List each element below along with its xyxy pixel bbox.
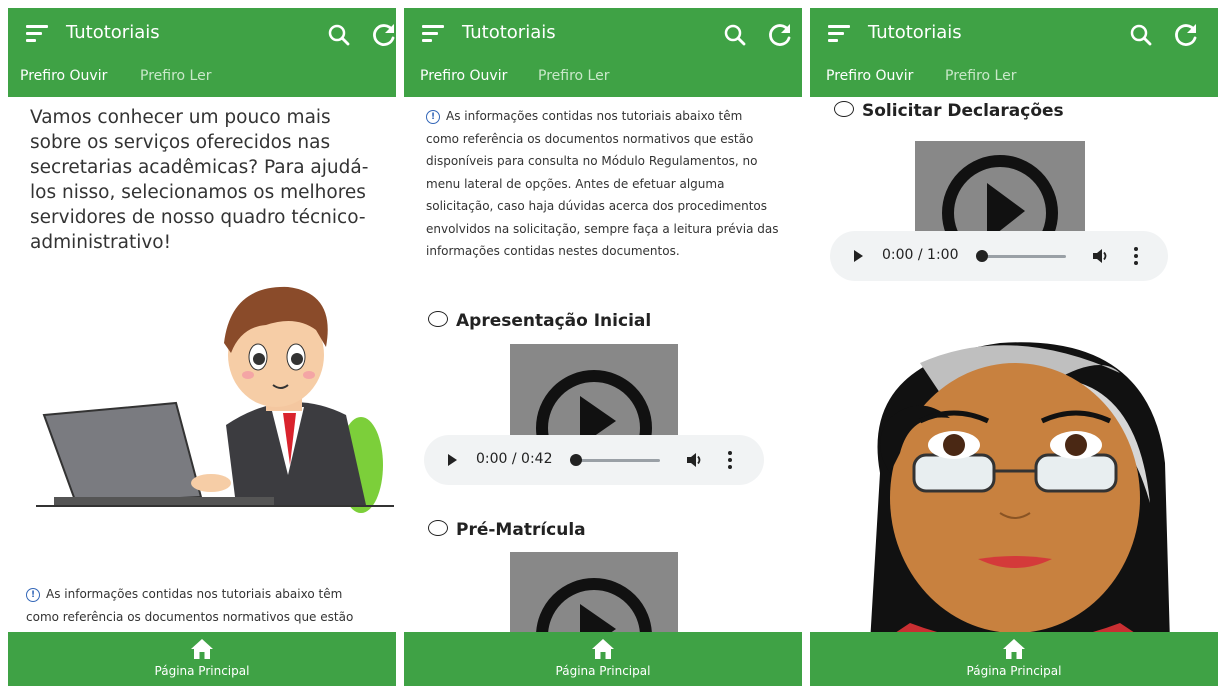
tab-bar: Prefiro Ouvir Prefiro Ler — [810, 60, 1218, 97]
info-line: informações contidas nestes documentos. — [426, 244, 680, 258]
refresh-icon[interactable] — [1172, 21, 1200, 49]
home-nav-label[interactable]: Página Principal — [404, 664, 802, 678]
info-text: ! As informações contidas nos tutoriais a… — [26, 583, 391, 628]
intro-line: los nisso, selecionamos os melhores — [30, 182, 366, 203]
audio-player: 0:00 / 0:42 — [424, 435, 764, 485]
section-pre-matricula: Pré-Matrícula — [428, 520, 586, 540]
app-title: Tutotoriais — [462, 22, 556, 43]
audio-time: 0:00 / 0:42 — [476, 451, 553, 467]
info-line: solicitação, caso haja dúvidas acerca do… — [426, 199, 768, 213]
progress-track[interactable] — [574, 459, 660, 462]
info-icon: ! — [26, 588, 40, 602]
progress-knob[interactable] — [570, 454, 582, 466]
home-nav-label[interactable]: Página Principal — [810, 664, 1218, 678]
info-icon: ! — [426, 110, 440, 124]
audio-player: 0:00 / 1:00 — [830, 231, 1168, 281]
app-bar: Tutotoriais — [810, 8, 1218, 60]
tab-prefiro-ouvir[interactable]: Prefiro Ouvir — [20, 68, 107, 84]
tab-bar: Prefiro Ouvir Prefiro Ler — [8, 60, 396, 97]
play-circle-icon — [536, 578, 652, 632]
section-solicitar-declaracoes: Solicitar Declarações — [834, 101, 1064, 121]
progress-knob[interactable] — [976, 250, 988, 262]
tab-prefiro-ouvir[interactable]: Prefiro Ouvir — [420, 68, 507, 84]
intro-line: sobre os serviços oferecidos nas — [30, 132, 331, 153]
info-line: menu lateral de opções. Antes de efetuar… — [426, 176, 725, 191]
bottom-nav: Página Principal — [404, 632, 802, 686]
home-icon[interactable] — [1002, 638, 1026, 660]
chat-bubble-icon — [834, 101, 854, 117]
info-line: As informações contidas nos tutoriais ab… — [446, 109, 743, 123]
info-line: As informações contidas nos tutoriais ab… — [46, 587, 343, 601]
section-apresentacao-inicial: Apresentação Inicial — [428, 311, 651, 331]
woman-with-glasses-illustration — [870, 342, 1170, 632]
man-with-laptop-illustration — [36, 286, 394, 513]
search-icon[interactable] — [1128, 22, 1154, 48]
chat-bubble-icon — [428, 311, 448, 327]
app-bar: Tutotoriais — [8, 8, 396, 60]
search-icon[interactable] — [326, 22, 352, 48]
video-thumbnail[interactable] — [915, 141, 1085, 241]
info-line: como referência os documentos normativos… — [426, 131, 754, 146]
bottom-nav: Página Principal — [8, 632, 396, 686]
progress-track[interactable] — [980, 255, 1066, 258]
search-icon[interactable] — [722, 22, 748, 48]
play-circle-icon — [536, 370, 652, 444]
tab-prefiro-ler[interactable]: Prefiro Ler — [945, 68, 1016, 84]
section-title: Pré-Matrícula — [456, 520, 586, 540]
play-icon[interactable] — [854, 250, 863, 262]
intro-line: secretarias acadêmicas? Para ajudá- — [30, 157, 369, 178]
more-options-icon[interactable] — [728, 451, 732, 469]
screen-intro: Tutotoriais Prefiro Ouvir Prefiro Ler Va… — [8, 8, 396, 686]
refresh-icon[interactable] — [370, 21, 396, 49]
content-area: Vamos conhecer um pouco mais sobre os se… — [8, 97, 396, 632]
app-bar: Tutotoriais — [404, 8, 802, 60]
home-icon[interactable] — [591, 638, 615, 660]
audio-time: 0:00 / 1:00 — [882, 247, 959, 263]
home-icon[interactable] — [190, 638, 214, 660]
info-line: como referência os documentos normativos… — [26, 609, 354, 624]
menu-icon[interactable] — [26, 25, 48, 43]
screen-tutorials: Tutotoriais Prefiro Ouvir Prefiro Ler ! A… — [404, 8, 802, 686]
tab-bar: Prefiro Ouvir Prefiro Ler — [404, 60, 802, 97]
volume-icon[interactable] — [686, 452, 704, 468]
play-circle-icon — [942, 155, 1058, 241]
intro-line: Vamos conhecer um pouco mais — [30, 107, 331, 128]
volume-icon[interactable] — [1092, 248, 1110, 264]
intro-line: administrativo! — [30, 232, 172, 253]
intro-text: Vamos conhecer um pouco mais sobre os se… — [30, 105, 380, 255]
chat-bubble-icon — [428, 520, 448, 536]
tab-prefiro-ler[interactable]: Prefiro Ler — [140, 68, 211, 84]
section-title: Solicitar Declarações — [862, 101, 1064, 121]
info-text: ! As informações contidas nos tutoriais a… — [426, 105, 798, 263]
more-options-icon[interactable] — [1134, 247, 1138, 265]
app-title: Tutotoriais — [66, 22, 160, 43]
info-line: envolvidos na solicitação, sempre faça a… — [426, 221, 779, 236]
content-area: Solicitar Declarações 0:00 / 1:00 — [810, 97, 1218, 632]
intro-line: servidores de nosso quadro técnico- — [30, 207, 366, 228]
info-line: disponíveis para consulta no Módulo Regu… — [426, 154, 758, 168]
play-icon[interactable] — [448, 454, 457, 466]
video-thumbnail[interactable] — [510, 552, 678, 632]
tab-prefiro-ler[interactable]: Prefiro Ler — [538, 68, 609, 84]
bottom-nav: Página Principal — [810, 632, 1218, 686]
refresh-icon[interactable] — [766, 21, 794, 49]
menu-icon[interactable] — [422, 25, 444, 43]
video-thumbnail[interactable] — [510, 344, 678, 444]
home-nav-label[interactable]: Página Principal — [8, 664, 396, 678]
app-title: Tutotoriais — [868, 22, 962, 43]
section-title: Apresentação Inicial — [456, 311, 652, 331]
content-area: ! As informações contidas nos tutoriais a… — [404, 97, 802, 632]
tab-prefiro-ouvir[interactable]: Prefiro Ouvir — [826, 68, 913, 84]
menu-icon[interactable] — [828, 25, 850, 43]
screen-declaracoes: Tutotoriais Prefiro Ouvir Prefiro Ler So… — [810, 8, 1218, 686]
